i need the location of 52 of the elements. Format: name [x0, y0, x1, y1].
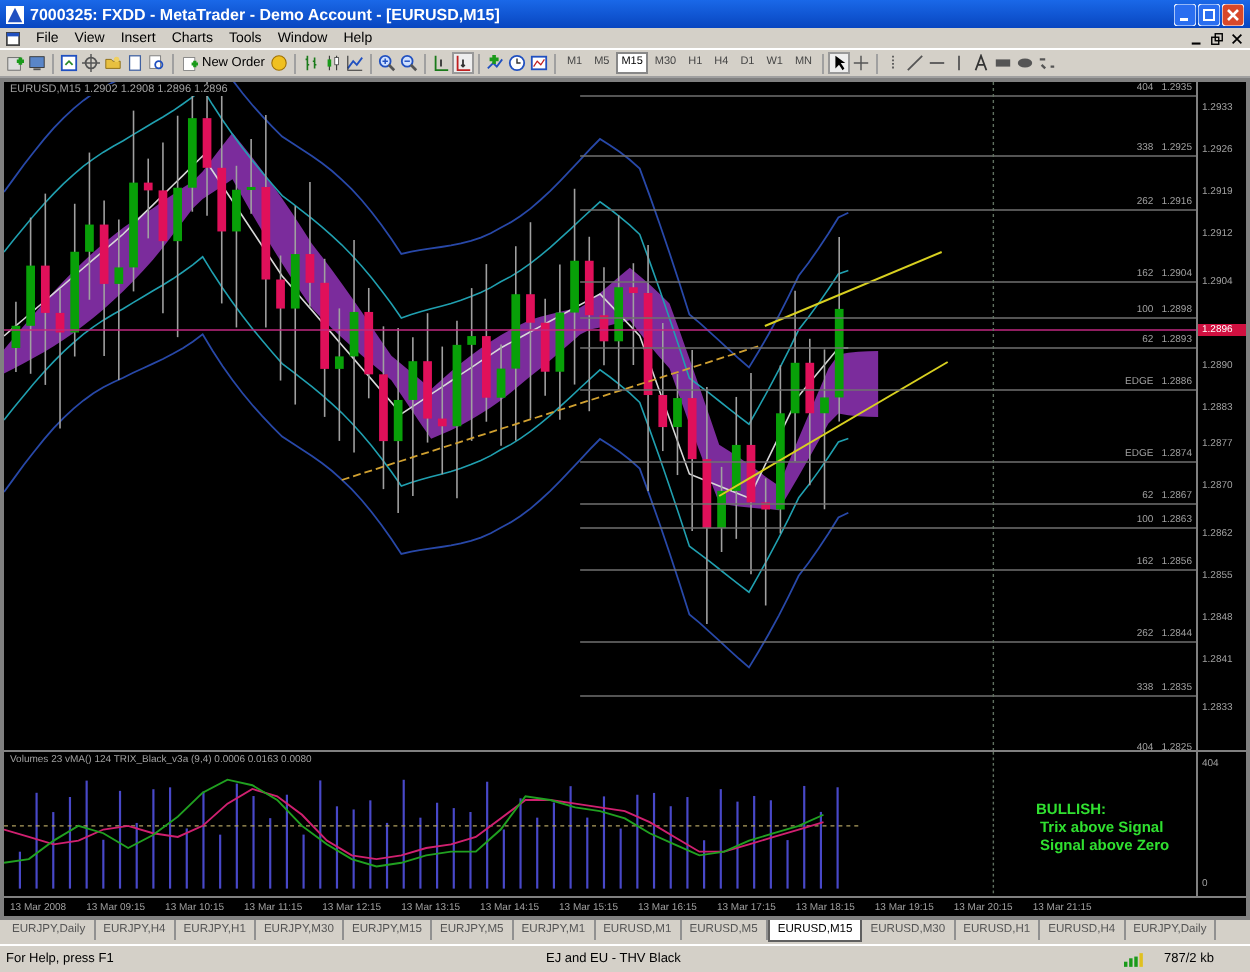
candlestick [673, 373, 682, 476]
page-icon[interactable] [126, 54, 144, 72]
text-tool-icon[interactable] [972, 54, 991, 72]
magnifier-icon[interactable] [148, 54, 166, 72]
ellipse-icon[interactable] [1016, 54, 1035, 72]
plus-icon[interactable] [6, 54, 24, 72]
autoscroll-icon[interactable] [454, 54, 473, 72]
maximize-icon[interactable] [1198, 3, 1220, 25]
cursor-icon[interactable] [830, 54, 849, 72]
trendline-icon[interactable] [906, 54, 925, 72]
connection-bars-icon [1124, 951, 1148, 967]
coin-icon[interactable] [270, 54, 289, 72]
candlestick [11, 301, 21, 373]
monitor-icon[interactable] [28, 54, 46, 72]
candlestick [761, 477, 771, 607]
candlestick [731, 396, 741, 540]
chart-shift-icon[interactable] [432, 54, 451, 72]
bar-chart-icon[interactable] [302, 54, 321, 72]
candlestick [629, 262, 638, 366]
candlestick [143, 157, 153, 240]
clock-icon[interactable] [508, 54, 527, 72]
line-chart-icon[interactable] [346, 54, 365, 72]
indicator-plus-icon[interactable] [486, 54, 505, 72]
app-icon [6, 5, 24, 23]
order-icon [182, 55, 198, 71]
restore-icon[interactable] [1210, 31, 1224, 45]
template-icon[interactable] [530, 54, 549, 72]
candlestick [335, 307, 344, 442]
arrows-icon[interactable] [1038, 54, 1057, 72]
candlestick [717, 466, 726, 553]
candlestick [658, 322, 668, 452]
window-title: 7000325: FXDD - MetaTrader - Demo Account - [EURUSD,M15] [30, 5, 500, 23]
candlestick [55, 288, 65, 430]
zoom-out-icon[interactable] [400, 54, 419, 72]
candlestick [246, 138, 256, 215]
window-icon[interactable] [60, 54, 78, 72]
crosshair-icon[interactable] [82, 54, 100, 72]
chart-window-icon[interactable] [6, 31, 20, 45]
close-icon[interactable] [1230, 31, 1244, 45]
zoom-in-icon[interactable] [378, 54, 397, 72]
candlestick-icon[interactable] [324, 54, 343, 72]
candlestick [187, 93, 197, 213]
candlestick [364, 287, 374, 400]
candlestick [305, 181, 315, 308]
candlestick [540, 297, 550, 397]
label-icon[interactable] [994, 54, 1013, 72]
candlestick [599, 266, 609, 367]
candlestick [423, 312, 432, 444]
candlestick [276, 254, 285, 382]
candlestick [496, 343, 506, 447]
candlestick [437, 345, 447, 476]
folder-icon[interactable] [104, 54, 122, 72]
